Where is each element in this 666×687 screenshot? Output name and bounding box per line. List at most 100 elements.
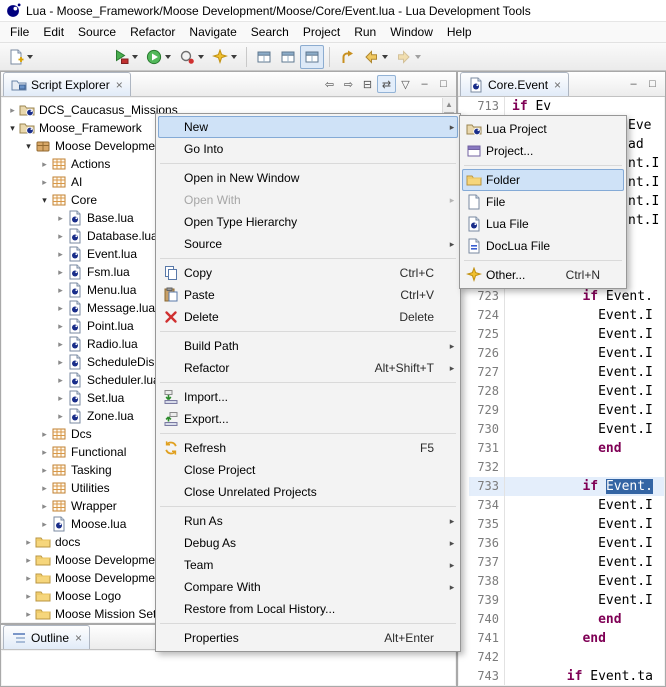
view-forward-button[interactable]: ⇨ (339, 75, 358, 93)
menu-navigate[interactable]: Navigate (182, 22, 243, 42)
menu-item-team[interactable]: Team▸ (158, 554, 458, 576)
back-history-button[interactable] (359, 45, 392, 69)
close-icon[interactable]: × (554, 79, 561, 91)
menu-item-file[interactable]: File (462, 191, 624, 213)
menu-item-debug-as[interactable]: Debug As▸ (158, 532, 458, 554)
expand-arrow-icon[interactable]: ▸ (54, 375, 67, 386)
menu-item-folder[interactable]: Folder (462, 169, 624, 191)
menu-search[interactable]: Search (244, 22, 296, 42)
expand-arrow-icon[interactable]: ▸ (54, 285, 67, 296)
menu-item-import[interactable]: Import... (158, 386, 458, 408)
menu-item-new[interactable]: New▸ (158, 116, 458, 138)
menu-item-compare-with[interactable]: Compare With▸ (158, 576, 458, 598)
menu-item-other[interactable]: Other...Ctrl+N (462, 264, 624, 286)
menu-window[interactable]: Window (383, 22, 440, 42)
expand-arrow-icon[interactable]: ▸ (38, 159, 51, 170)
view-menu-button[interactable]: ▽ (396, 75, 415, 93)
dropdown-caret-icon[interactable] (231, 55, 237, 59)
menu-edit[interactable]: Edit (36, 22, 71, 42)
expand-arrow-icon[interactable]: ▸ (22, 609, 35, 620)
view-back-button[interactable]: ⇦ (320, 75, 339, 93)
expand-arrow-icon[interactable]: ▸ (54, 249, 67, 260)
expand-arrow-icon[interactable]: ▸ (54, 339, 67, 350)
menu-item-open-with[interactable]: Open With▸ (158, 189, 458, 211)
menu-source[interactable]: Source (71, 22, 123, 42)
code-line[interactable]: 743 if Event.ta (459, 667, 664, 685)
expand-arrow-icon[interactable]: ▸ (54, 411, 67, 422)
maximize-view-button[interactable]: □ (434, 75, 453, 93)
code-line[interactable]: 725 Event.I (459, 325, 664, 344)
menu-file[interactable]: File (3, 22, 36, 42)
expand-arrow-icon[interactable]: ▸ (38, 429, 51, 440)
expand-arrow-icon[interactable]: ▸ (38, 483, 51, 494)
menu-item-build-path[interactable]: Build Path▸ (158, 335, 458, 357)
menu-item-go-into[interactable]: Go Into (158, 138, 458, 160)
code-line[interactable]: 737 Event.I (459, 553, 664, 572)
new-wizard-button[interactable] (208, 45, 241, 69)
collapse-arrow-icon[interactable]: ▾ (38, 195, 51, 206)
code-line[interactable]: 735 Event.I (459, 515, 664, 534)
expand-arrow-icon[interactable]: ▸ (22, 591, 35, 602)
menu-run[interactable]: Run (347, 22, 383, 42)
forward-history-button[interactable] (392, 45, 425, 69)
code-line[interactable]: 738 Event.I (459, 572, 664, 591)
dropdown-caret-icon[interactable] (198, 55, 204, 59)
close-icon[interactable]: × (116, 79, 123, 91)
menu-item-source[interactable]: Source▸ (158, 233, 458, 255)
expand-arrow-icon[interactable]: ▸ (54, 393, 67, 404)
tab-outline[interactable]: Outline × (3, 625, 90, 649)
expand-arrow-icon[interactable]: ▸ (22, 555, 35, 566)
dropdown-caret-icon[interactable] (27, 55, 33, 59)
expand-arrow-icon[interactable]: ▸ (54, 357, 67, 368)
code-line[interactable]: 723 if Event. (459, 287, 664, 306)
menu-item-delete[interactable]: DeleteDelete (158, 306, 458, 328)
menu-item-open-type-hierarchy[interactable]: Open Type Hierarchy (158, 211, 458, 233)
code-line[interactable]: 726 Event.I (459, 344, 664, 363)
maximize-editor-button[interactable]: □ (643, 75, 662, 93)
code-line[interactable]: 741 end (459, 629, 664, 648)
menu-project[interactable]: Project (296, 22, 347, 42)
menu-item-project[interactable]: Project... (462, 140, 624, 162)
code-line[interactable]: 731 end (459, 439, 664, 458)
table-view-button-3[interactable] (300, 45, 324, 69)
menu-item-close-project[interactable]: Close Project (158, 459, 458, 481)
expand-arrow-icon[interactable]: ▸ (54, 231, 67, 242)
dropdown-caret-icon[interactable] (132, 55, 138, 59)
expand-arrow-icon[interactable]: ▸ (54, 213, 67, 224)
menu-item-lua-project[interactable]: Lua Project (462, 118, 624, 140)
menu-item-close-unrelated-projects[interactable]: Close Unrelated Projects (158, 481, 458, 503)
tab-core-event[interactable]: Core.Event × (460, 72, 569, 96)
code-line[interactable]: 713if Ev (459, 97, 664, 116)
expand-arrow-icon[interactable]: ▸ (22, 537, 35, 548)
run-button[interactable] (142, 45, 175, 69)
code-line[interactable]: 740 end (459, 610, 664, 629)
expand-arrow-icon[interactable]: ▸ (38, 447, 51, 458)
minimize-view-button[interactable]: – (415, 75, 434, 93)
expand-arrow-icon[interactable]: ▸ (54, 267, 67, 278)
menu-item-restore-from-local-history[interactable]: Restore from Local History... (158, 598, 458, 620)
menu-item-doclua-file[interactable]: DocLua File (462, 235, 624, 257)
collapse-arrow-icon[interactable]: ▾ (22, 141, 35, 152)
menu-item-refactor[interactable]: RefactorAlt+Shift+T▸ (158, 357, 458, 379)
coverage-button[interactable] (175, 45, 208, 69)
code-line[interactable]: 736 Event.I (459, 534, 664, 553)
menu-refactor[interactable]: Refactor (123, 22, 182, 42)
last-edit-location-button[interactable] (335, 45, 359, 69)
menu-item-paste[interactable]: PasteCtrl+V (158, 284, 458, 306)
link-with-editor-button[interactable]: ⇄ (377, 75, 396, 93)
collapse-all-button[interactable]: ⊟ (358, 75, 377, 93)
expand-arrow-icon[interactable]: ▸ (22, 573, 35, 584)
menu-item-copy[interactable]: CopyCtrl+C (158, 262, 458, 284)
code-line[interactable]: 734 Event.I (459, 496, 664, 515)
expand-arrow-icon[interactable]: ▸ (6, 105, 19, 116)
new-button[interactable] (4, 45, 37, 69)
dropdown-caret-icon[interactable] (165, 55, 171, 59)
expand-arrow-icon[interactable]: ▸ (38, 465, 51, 476)
code-line[interactable]: 739 Event.I (459, 591, 664, 610)
code-line[interactable]: 728 Event.I (459, 382, 664, 401)
menu-item-lua-file[interactable]: Lua File (462, 213, 624, 235)
expand-arrow-icon[interactable]: ▸ (54, 303, 67, 314)
code-line[interactable]: 730 Event.I (459, 420, 664, 439)
expand-arrow-icon[interactable]: ▸ (54, 321, 67, 332)
table-view-button-2[interactable] (276, 45, 300, 69)
